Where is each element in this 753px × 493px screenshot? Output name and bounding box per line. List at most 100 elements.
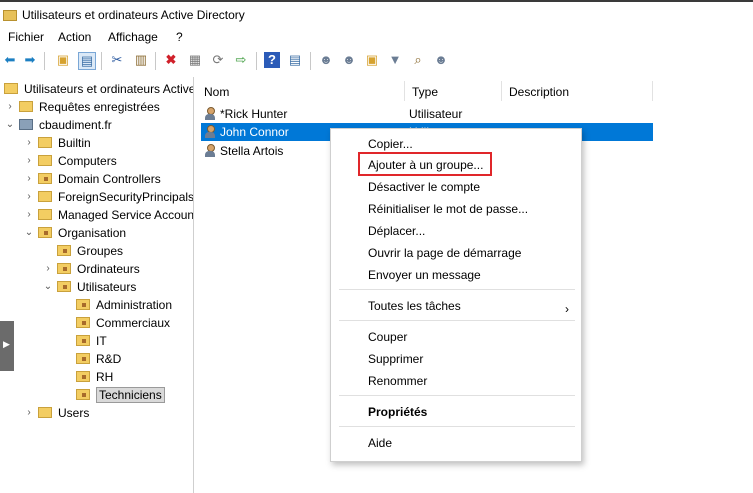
ou-folder-icon — [38, 173, 52, 184]
new-user-icon[interactable]: ☻ — [318, 52, 334, 68]
ou-folder-icon — [57, 281, 71, 292]
tree-organisation[interactable]: ⌄ Organisation — [24, 224, 193, 242]
expand-chevron-icon[interactable]: › — [43, 261, 53, 277]
folder-icon — [38, 191, 52, 202]
properties-icon[interactable]: ▦ — [187, 52, 203, 68]
tree-builtin[interactable]: › Builtin — [24, 134, 193, 152]
add-to-group-icon[interactable]: ☻ — [433, 52, 449, 68]
tree-commerciaux[interactable]: Commerciaux — [62, 314, 192, 332]
collapse-chevron-icon[interactable]: ⌄ — [5, 117, 15, 133]
root-icon — [4, 83, 18, 94]
menu-item-delete[interactable]: Supprimer — [368, 352, 423, 366]
tree-utilisateurs[interactable]: ⌄ Utilisateurs — [43, 278, 193, 296]
expand-chevron-icon[interactable]: › — [24, 189, 34, 205]
menu-item-reset-password[interactable]: Réinitialiser le mot de passe... — [368, 202, 528, 216]
export-icon[interactable]: ⇨ — [233, 52, 249, 68]
menu-item-cut[interactable]: Couper — [368, 330, 407, 344]
menu-item-help[interactable]: Aide — [368, 436, 392, 450]
tree-rd[interactable]: R&D — [62, 350, 192, 368]
back-arrow-icon[interactable]: ⬅ — [2, 52, 18, 68]
forward-arrow-icon[interactable]: ➡ — [22, 52, 38, 68]
menu-item-rename[interactable]: Renommer — [368, 374, 427, 388]
cut-icon[interactable]: ✂ — [109, 52, 125, 68]
tree-groupes[interactable]: Groupes — [43, 242, 193, 260]
user-icon — [204, 125, 216, 139]
expand-chevron-icon[interactable]: › — [24, 171, 34, 187]
ou-folder-icon — [76, 317, 90, 328]
tree-users[interactable]: › Users — [24, 404, 193, 422]
tree-saved-queries[interactable]: › Requêtes enregistrées — [5, 98, 193, 116]
expand-chevron-icon[interactable]: › — [24, 153, 34, 169]
up-folder-icon[interactable]: ▣ — [55, 52, 71, 68]
new-group-icon[interactable]: ☻ — [341, 52, 357, 68]
menu-item-open-home-page[interactable]: Ouvrir la page de démarrage — [368, 246, 521, 260]
menu-item-move[interactable]: Déplacer... — [368, 224, 425, 238]
tree-domain[interactable]: ⌄ cbaudiment.fr — [5, 116, 193, 134]
menu-help[interactable]: ? — [176, 30, 183, 44]
ou-folder-icon — [76, 353, 90, 364]
tree-managed-service-accounts[interactable]: › Managed Service Accounts — [24, 206, 193, 224]
submenu-chevron-icon: › — [565, 302, 569, 316]
collapse-chevron-icon[interactable]: ⌄ — [24, 225, 34, 241]
collapse-chevron-icon[interactable]: ⌄ — [43, 279, 53, 295]
tree-rh[interactable]: RH — [62, 368, 192, 386]
column-header-description[interactable]: Description — [502, 81, 653, 101]
menu-fichier[interactable]: Fichier — [8, 30, 44, 44]
ou-folder-icon — [57, 263, 71, 274]
user-icon — [204, 144, 216, 158]
refresh-icon[interactable]: ⟳ — [210, 52, 226, 68]
tree-administration[interactable]: Administration — [62, 296, 192, 314]
find-icon[interactable]: ⌕ — [410, 52, 426, 68]
folder-icon — [38, 137, 52, 148]
tree-ordinateurs[interactable]: › Ordinateurs — [43, 260, 193, 278]
tree-techniciens[interactable]: Techniciens — [62, 386, 192, 404]
tree-computers[interactable]: › Computers — [24, 152, 193, 170]
tree-root[interactable]: Utilisateurs et ordinateurs Active Direc… — [0, 80, 193, 98]
column-header-type[interactable]: Type — [405, 81, 502, 101]
tree-it[interactable]: IT — [62, 332, 192, 350]
menu-item-all-tasks[interactable]: Toutes les tâches — [368, 299, 461, 313]
folder-icon — [38, 209, 52, 220]
expand-chevron-icon[interactable]: › — [24, 207, 34, 223]
menu-item-properties[interactable]: Propriétés — [368, 405, 427, 419]
title-bar: Utilisateurs et ordinateurs Active Direc… — [0, 0, 753, 29]
ou-folder-icon — [76, 371, 90, 382]
ou-folder-icon — [57, 245, 71, 256]
ou-folder-icon — [38, 227, 52, 238]
paste-icon[interactable]: ▥ — [133, 52, 149, 68]
menu-item-disable-account[interactable]: Désactiver le compte — [368, 180, 480, 194]
expand-chevron-icon[interactable]: › — [5, 99, 15, 115]
menu-item-add-to-group[interactable]: Ajouter à un groupe... — [368, 158, 483, 172]
show-hide-icon[interactable]: ▤ — [287, 52, 303, 68]
new-ou-icon[interactable]: ▣ — [364, 52, 380, 68]
domain-icon — [19, 119, 33, 130]
tree-foreign-security-principals[interactable]: › ForeignSecurityPrincipals — [24, 188, 193, 206]
menu-action[interactable]: Action — [58, 30, 91, 44]
menu-separator — [339, 289, 575, 290]
app-icon — [3, 10, 17, 21]
tree-domain-controllers[interactable]: › Domain Controllers — [24, 170, 193, 188]
menu-affichage[interactable]: Affichage — [108, 30, 158, 44]
expand-chevron-icon[interactable]: › — [24, 135, 34, 151]
expand-chevron-icon[interactable]: › — [24, 405, 34, 421]
folder-icon — [19, 101, 33, 112]
context-menu: Copier... Ajouter à un groupe... Désacti… — [330, 128, 582, 462]
ou-folder-icon — [76, 299, 90, 310]
window-title: Utilisateurs et ordinateurs Active Direc… — [22, 8, 245, 22]
expand-arrow-icon: ▶ — [3, 339, 10, 349]
column-header-name[interactable]: Nom — [197, 81, 405, 101]
menu-separator — [339, 395, 575, 396]
console-tree-icon[interactable]: ▤ — [78, 52, 96, 70]
list-item[interactable]: *Rick Hunter Utilisateur — [201, 105, 653, 123]
menu-separator — [339, 320, 575, 321]
folder-icon — [38, 407, 52, 418]
menu-separator — [339, 426, 575, 427]
delete-icon[interactable]: ✖ — [163, 52, 179, 68]
side-panel-toggle[interactable]: ▶ — [0, 321, 14, 371]
menu-bar: Fichier Action Affichage ? — [0, 29, 753, 47]
menu-item-send-message[interactable]: Envoyer un message — [368, 268, 481, 282]
menu-item-copy[interactable]: Copier... — [368, 137, 413, 151]
filter-icon[interactable]: ▼ — [387, 52, 403, 68]
console-tree: Utilisateurs et ordinateurs Active Direc… — [0, 77, 194, 493]
help-icon[interactable]: ? — [264, 52, 280, 68]
